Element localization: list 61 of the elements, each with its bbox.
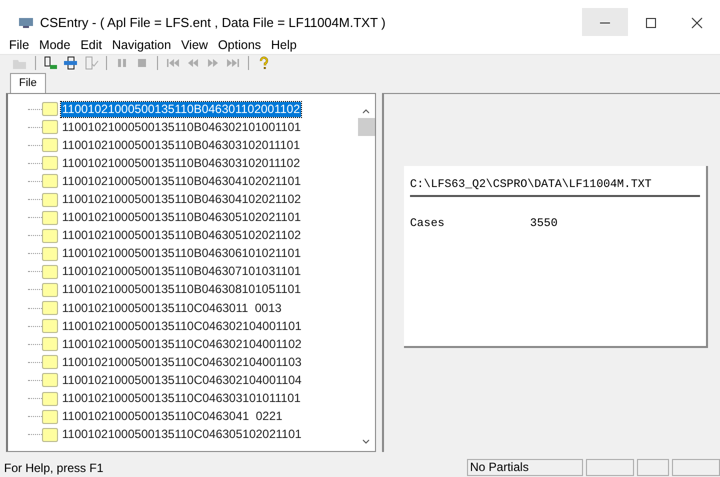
case-item[interactable]: 11001021000500135110C046302104001101 xyxy=(61,318,303,334)
case-icon xyxy=(42,228,58,243)
case-icon xyxy=(42,319,58,334)
case-icon xyxy=(42,246,58,261)
case-icon xyxy=(42,174,58,188)
case-icon xyxy=(42,373,58,388)
case-item[interactable]: 11001021000500135110B046304102021102 xyxy=(61,192,302,208)
case-item[interactable]: 11001021000500135110B046301102001102 xyxy=(61,102,302,117)
menu-item[interactable]: Options xyxy=(212,36,266,54)
file-tab[interactable]: File xyxy=(10,73,46,93)
case-item[interactable]: 11001021000500135110B046305102021102 xyxy=(61,228,302,244)
case-item[interactable]: 11001021000500135110C046302104001102 xyxy=(61,336,303,352)
case-item[interactable]: 11001021000500135110B046302101001101 xyxy=(61,120,302,135)
case-icon xyxy=(42,156,58,170)
case-icon xyxy=(42,428,58,442)
case-icon xyxy=(42,264,58,279)
menu-item[interactable]: Help xyxy=(266,36,302,54)
case-icon xyxy=(42,355,58,370)
case-icon xyxy=(42,192,58,207)
case-icon xyxy=(42,301,58,316)
case-item[interactable]: 11001021000500135110C046305102021101 xyxy=(61,427,303,442)
cases-label: Cases xyxy=(410,216,446,232)
status-pane xyxy=(672,459,720,476)
case-icon xyxy=(42,138,58,152)
case-icon xyxy=(42,392,58,406)
case-item[interactable]: 11001021000500135110C046302104001104 xyxy=(61,372,303,388)
case-item[interactable]: 11001021000500135110B046304102021101 xyxy=(61,174,302,189)
scrollbar-thumb[interactable] xyxy=(358,118,374,136)
case-icon xyxy=(42,282,58,297)
add-record-icon[interactable] xyxy=(43,56,59,70)
status-pane xyxy=(586,459,634,476)
case-icon xyxy=(42,210,58,225)
status-pane: No Partials xyxy=(467,459,583,476)
case-item[interactable]: 11001021000500135110C0463041 0221 xyxy=(61,409,284,424)
file-path: C:\LFS63_Q2\CSPRO\DATA\LF11004M.TXT xyxy=(410,176,700,198)
status-text: For Help, press F1 xyxy=(4,460,104,476)
menu-item[interactable]: Edit xyxy=(75,36,107,54)
cases-count: 3550 xyxy=(530,216,558,232)
menu-item[interactable]: View xyxy=(176,36,213,54)
insert-record-icon[interactable] xyxy=(63,56,79,70)
case-item[interactable]: 11001021000500135110B046303102011101 xyxy=(61,138,302,153)
case-item[interactable]: 11001021000500135110C0463011 0013 xyxy=(61,300,283,316)
case-icon xyxy=(42,102,58,116)
close-icon xyxy=(691,17,703,29)
status-pane xyxy=(637,459,669,476)
case-icon xyxy=(42,337,58,352)
window-title: CSEntry - ( Apl File = LFS.ent , Data File = LF11004M.TXT ) xyxy=(40,14,386,32)
case-icon xyxy=(42,120,58,134)
monitor-icon xyxy=(18,17,34,29)
case-item[interactable]: 11001021000500135110C046302104001103 xyxy=(61,354,303,370)
case-item[interactable]: 11001021000500135110B046303102011102 xyxy=(61,156,302,171)
case-item[interactable]: 11001021000500135110C046303101011101 xyxy=(61,391,302,406)
menu-item[interactable]: File xyxy=(4,36,34,54)
maximize-icon xyxy=(645,17,657,29)
case-item[interactable]: 11001021000500135110B046307101031101 xyxy=(61,264,302,280)
menu-item[interactable]: Navigation xyxy=(106,36,176,54)
menu-item[interactable]: Mode xyxy=(34,36,76,54)
case-item[interactable]: 11001021000500135110B046308101051101 xyxy=(61,282,302,298)
case-icon xyxy=(42,410,58,424)
case-item[interactable]: 11001021000500135110B046305102021101 xyxy=(61,210,302,226)
case-item[interactable]: 11001021000500135110B046306101021101 xyxy=(61,246,302,262)
